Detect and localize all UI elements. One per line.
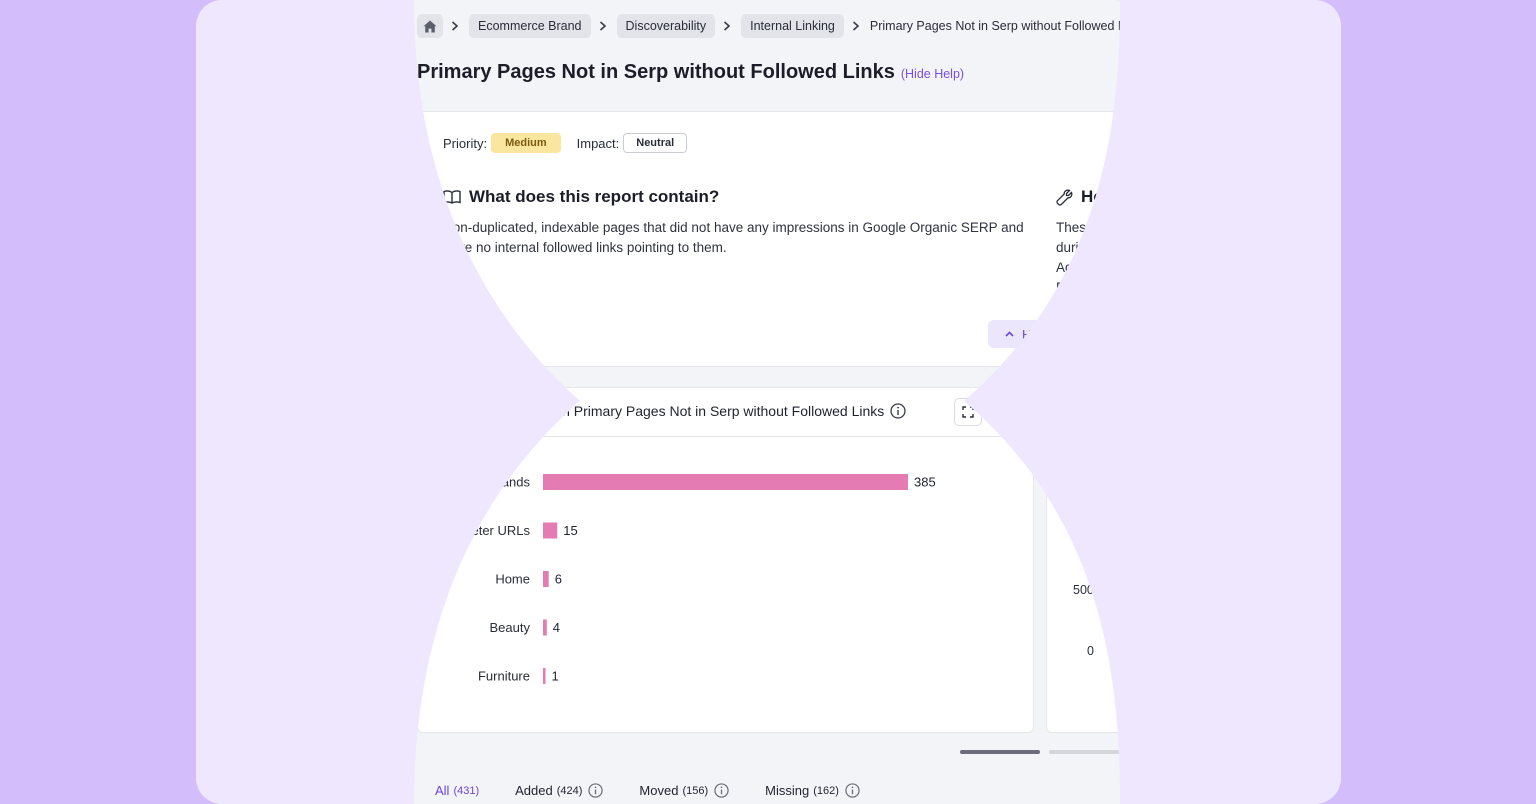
page-title: Primary Pages Not in Serp without Follow…	[417, 61, 964, 84]
carousel-indicator-active[interactable]	[960, 750, 1040, 754]
chart-options-button[interactable]	[989, 398, 1017, 426]
breadcrumb-item-ecommerce-brand[interactable]: Ecommerce Brand	[469, 14, 591, 38]
tab-label: Missing	[765, 783, 810, 798]
bar-value-label: 6	[555, 572, 562, 587]
chart-title: with Primary Pages Not in Serp without F…	[545, 403, 906, 419]
y-tick-label: 15	[1067, 460, 1075, 474]
tab-count: (431)	[453, 784, 480, 797]
breadcrumb: Ecommerce Brand Discoverability Internal…	[417, 14, 1126, 38]
breadcrumb-current: Primary Pages Not in Serp without Follow…	[869, 19, 1126, 33]
bar[interactable]	[543, 474, 908, 490]
tab-all[interactable]: All (431)	[435, 783, 479, 798]
breadcrumb-item-discoverability[interactable]: Discoverability	[616, 14, 716, 38]
what-section-body: Non-duplicated, indexable pages that did…	[443, 220, 1024, 255]
breadcrumb-item-internal-linking[interactable]: Internal Linking	[741, 14, 844, 38]
trend-chart-card: 15 1000 500 0	[1046, 387, 1126, 733]
home-icon	[423, 20, 437, 32]
tab-label: All	[435, 783, 450, 798]
bar-chart: Brands 385 Parameter URLs 15 Home 6 Beauty 4 Fur…	[433, 474, 936, 684]
chevron-right-icon	[724, 21, 731, 31]
tab-bar: All (431) Added (424) Moved (156) Missing (1…	[435, 783, 896, 798]
page-title-text: Primary Pages Not in Serp without Follow…	[417, 61, 895, 83]
info-icon[interactable]	[714, 783, 729, 798]
book-icon	[443, 190, 461, 204]
tab-moved[interactable]: Moved (156)	[639, 783, 729, 798]
y-tick-label: 0	[1087, 644, 1094, 658]
bar[interactable]	[543, 522, 558, 539]
info-icon[interactable]	[845, 783, 860, 798]
hide-help-button[interactable]: Hide Help	[988, 320, 1096, 348]
how-section-body: These page during the Adding in Engines	[1056, 218, 1126, 298]
bar-category-label: Parameter URLs	[433, 523, 530, 538]
tab-label: Moved	[639, 783, 679, 798]
info-icon[interactable]	[890, 403, 906, 419]
how-title-text: How c	[1081, 187, 1126, 206]
wrench-icon	[1056, 189, 1073, 206]
how-line: Engines	[1056, 280, 1105, 295]
how-line: These page	[1056, 220, 1126, 235]
hide-help-label: Hide Help	[1021, 326, 1080, 342]
bar-chart-card: with Primary Pages Not in Serp without F…	[417, 387, 1034, 733]
what-section-title: What does this report contain?	[443, 187, 719, 207]
chart-header: with Primary Pages Not in Serp without F…	[418, 388, 1033, 437]
bar-category-label: Furniture	[478, 669, 530, 684]
tab-missing[interactable]: Missing (162)	[765, 783, 860, 798]
chevron-right-icon	[599, 21, 606, 31]
tab-added[interactable]: Added (424)	[515, 783, 604, 798]
carousel-indicator[interactable]	[1049, 750, 1126, 754]
app-window: Ecommerce Brand Discoverability Internal…	[404, 0, 1126, 804]
chevron-up-icon	[1005, 331, 1014, 337]
impact-label: Impact:	[576, 135, 620, 151]
impact-badge: Neutral	[623, 133, 688, 153]
bar[interactable]	[543, 571, 549, 587]
header-action-button[interactable]	[1122, 58, 1126, 90]
tab-count: (162)	[813, 784, 839, 797]
y-tick-label: 500	[1073, 583, 1094, 597]
how-section-title: How c	[1056, 187, 1126, 207]
bar-value-label: 15	[563, 523, 577, 538]
priority-label: Priority:	[443, 135, 488, 151]
tab-count: (424)	[556, 784, 583, 797]
how-line: Adding in	[1056, 260, 1113, 275]
bar[interactable]	[543, 668, 546, 684]
bar-value-label: 385	[914, 475, 936, 490]
priority-badge: Medium	[491, 133, 561, 153]
bar-category-label: Home	[495, 572, 530, 587]
bar[interactable]	[543, 619, 547, 636]
info-icon[interactable]	[588, 783, 604, 798]
expand-icon	[962, 406, 974, 418]
hide-help-link[interactable]: (Hide Help)	[901, 67, 964, 81]
how-line: during the	[1056, 240, 1117, 255]
y-tick-label: 1000	[1067, 521, 1095, 535]
bar-category-label: Beauty	[490, 620, 531, 635]
bar-value-label: 4	[553, 620, 560, 635]
bar-category-label: Brands	[489, 475, 531, 490]
priority-row: Priority: Medium Impact: Neutral	[443, 133, 688, 153]
help-panel: Priority: Medium Impact: Neutral What do…	[417, 111, 1126, 367]
chevron-right-icon	[852, 21, 860, 31]
tab-count: (156)	[682, 784, 709, 797]
fullscreen-button[interactable]	[954, 398, 982, 426]
home-button[interactable]	[417, 14, 443, 38]
what-title-text: What does this report contain?	[469, 187, 720, 206]
trend-line	[1110, 565, 1126, 652]
bar-value-label: 1	[552, 669, 559, 684]
chevron-right-icon	[451, 21, 459, 31]
tab-label: Added	[515, 783, 553, 798]
chart-title-text: with Primary Pages Not in Serp without F…	[545, 403, 885, 419]
